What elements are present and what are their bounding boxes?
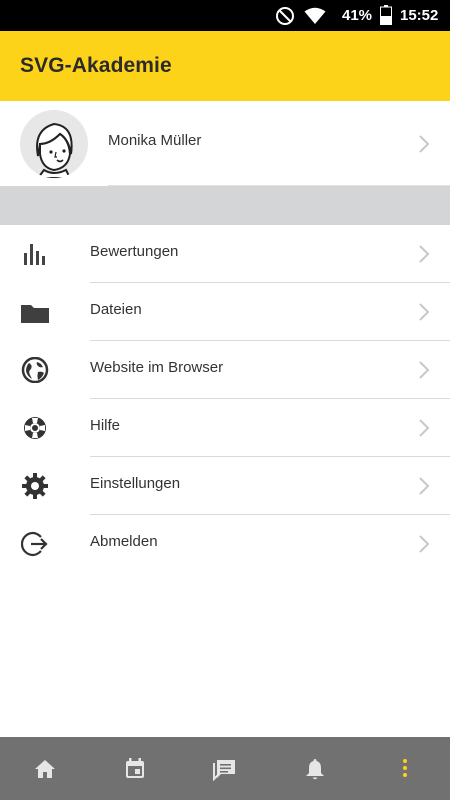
menu-item-label: Dateien bbox=[90, 301, 142, 318]
bell-icon bbox=[306, 759, 324, 780]
bottom-navigation bbox=[0, 737, 450, 800]
chevron-right-icon bbox=[418, 477, 430, 495]
avatar bbox=[20, 110, 88, 178]
home-icon bbox=[35, 760, 55, 778]
app-title: SVG-Akademie bbox=[20, 54, 172, 77]
nav-home[interactable] bbox=[0, 737, 90, 800]
clock: 15:52 bbox=[400, 7, 439, 24]
globe-icon bbox=[21, 356, 49, 384]
do-not-disturb-icon bbox=[275, 6, 295, 31]
battery-icon bbox=[380, 5, 392, 30]
chevron-right-icon bbox=[418, 245, 430, 263]
chevron-right-icon bbox=[418, 135, 430, 153]
nav-notifications[interactable] bbox=[270, 737, 360, 800]
folder-icon bbox=[21, 299, 49, 325]
menu-item-bewertungen[interactable]: Bewertungen bbox=[0, 225, 450, 283]
nav-messages[interactable] bbox=[180, 737, 270, 800]
nav-more[interactable] bbox=[360, 737, 450, 800]
menu-item-einstellungen[interactable]: Einstellungen bbox=[0, 457, 450, 515]
profile-name: Monika Müller bbox=[108, 132, 202, 149]
chat-icon bbox=[213, 760, 235, 781]
menu-item-label: Website im Browser bbox=[90, 359, 224, 376]
gear-icon bbox=[21, 473, 49, 499]
calendar-icon bbox=[126, 758, 144, 778]
logout-icon bbox=[20, 531, 49, 557]
more-vertical-icon bbox=[403, 759, 407, 777]
chevron-right-icon bbox=[418, 303, 430, 321]
battery-percent: 41% bbox=[342, 7, 373, 24]
menu-item-label: Einstellungen bbox=[90, 475, 181, 492]
menu-item-dateien[interactable]: Dateien bbox=[0, 283, 450, 341]
chevron-right-icon bbox=[418, 535, 430, 553]
chevron-right-icon bbox=[418, 419, 430, 437]
profile-row[interactable]: Monika Müller bbox=[0, 101, 450, 186]
menu-item-label: Bewertungen bbox=[90, 243, 179, 260]
app-bar: SVG-Akademie bbox=[0, 31, 450, 101]
bar-chart-icon bbox=[21, 241, 49, 267]
menu-list: Bewertungen Dateien Website im Browser H… bbox=[0, 225, 450, 573]
status-bar: 41% 15:52 bbox=[0, 0, 450, 31]
menu-item-label: Hilfe bbox=[90, 417, 121, 434]
chevron-right-icon bbox=[418, 361, 430, 379]
nav-calendar[interactable] bbox=[90, 737, 180, 800]
lifebuoy-icon bbox=[21, 415, 49, 441]
menu-item-label: Abmelden bbox=[90, 533, 158, 550]
menu-item-hilfe[interactable]: Hilfe bbox=[0, 399, 450, 457]
section-separator bbox=[0, 186, 450, 225]
wifi-icon bbox=[304, 7, 326, 30]
menu-item-abmelden[interactable]: Abmelden bbox=[0, 515, 450, 573]
menu-item-website-im-browser[interactable]: Website im Browser bbox=[0, 341, 450, 399]
